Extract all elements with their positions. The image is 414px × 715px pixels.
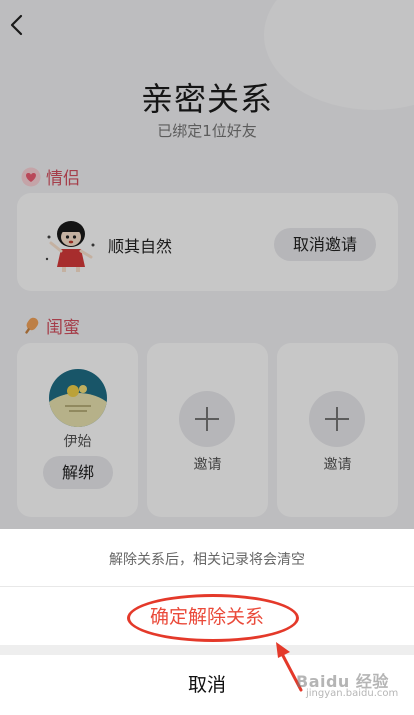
divider: [0, 645, 414, 655]
divider: [0, 586, 414, 587]
annotation-highlight-ellipse: [127, 594, 299, 642]
action-sheet-tip: 解除关系后，相关记录将会清空: [109, 552, 305, 568]
watermark-subtext: jingyan.baidu.com: [306, 688, 399, 699]
intimate-relations-page: 亲密关系 已绑定1位好友 情侣 顺其自然 取消邀请 闺蜜 伊始 解绑 邀请 邀请…: [0, 0, 414, 715]
baidu-watermark: Baidu 经验 jingyan.baidu.com: [296, 668, 398, 699]
